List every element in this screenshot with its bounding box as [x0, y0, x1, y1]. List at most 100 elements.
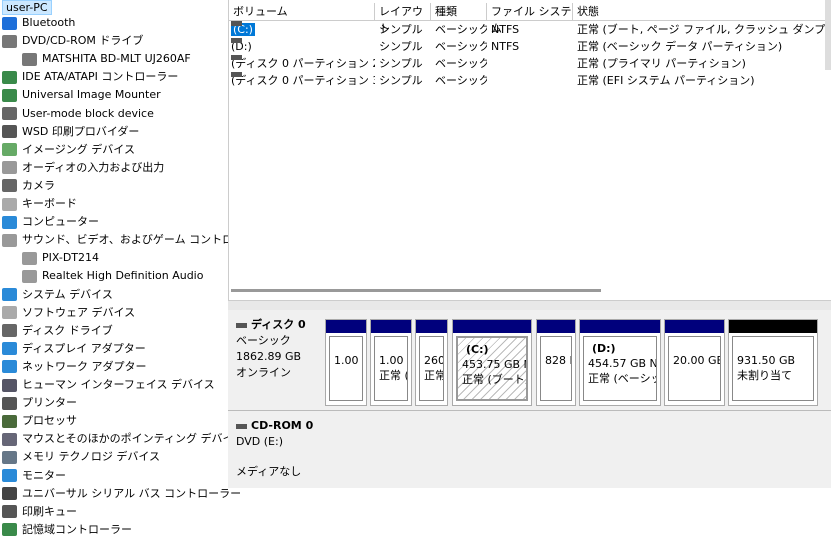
volume-cell-fs: NTFS	[491, 23, 520, 36]
network-adapter-icon	[2, 360, 17, 374]
volume-list[interactable]: ボリューム レイアウト 種類 ファイル システム 状態 (C:) シンプル ベーシッ…	[228, 0, 828, 300]
partition-type-bar	[665, 320, 724, 333]
tree-item[interactable]: 記憶域コントローラー	[2, 521, 132, 539]
mouse-icon	[2, 432, 17, 446]
tree-item[interactable]: モニター	[2, 467, 66, 485]
tree-item[interactable]: Bluetooth	[2, 14, 75, 32]
tree-item-label: マウスとそのほかのポインティング デバイス	[22, 432, 245, 446]
partition-block[interactable]: 1.00 C	[325, 319, 367, 406]
tree-item[interactable]: MATSHITA BD-MLT UJ260AF	[22, 50, 191, 68]
partition-status: 正常 (ブート, ^	[462, 373, 528, 386]
tree-item-label: MATSHITA BD-MLT UJ260AF	[42, 52, 191, 66]
partition-block[interactable]: 20.00 GB	[664, 319, 725, 406]
tree-item[interactable]: キーボード	[2, 195, 77, 213]
disk-type: ベーシック	[236, 334, 291, 347]
column-header-layout[interactable]: レイアウト	[375, 3, 431, 35]
printer-icon	[2, 125, 17, 139]
tree-item[interactable]: メモリ テクノロジ デバイス	[2, 448, 160, 466]
cdrom-0-label[interactable]: CD-ROM 0 DVD (E:) メディアなし	[230, 414, 322, 486]
tree-item-label: ネットワーク アダプター	[22, 359, 147, 373]
tree-item[interactable]: Realtek High Definition Audio	[22, 267, 203, 285]
tree-root-computer[interactable]: user-PC	[2, 0, 52, 15]
tree-item[interactable]: ソフトウェア デバイス	[2, 304, 135, 322]
hid-icon	[2, 378, 17, 392]
tree-item[interactable]: カメラ	[2, 177, 55, 195]
disk-drive-icon	[2, 324, 17, 338]
cdrom-icon	[236, 423, 247, 429]
partition-size: 453.75 GB NT	[462, 358, 526, 371]
tree-item[interactable]: オーディオの入力および出力	[2, 159, 164, 177]
tree-item[interactable]: ネットワーク アダプター	[2, 358, 147, 376]
volume-row[interactable]: (ディスク 0 パーティション 3) シンプル ベーシック 正常 (EFI システム …	[229, 72, 829, 89]
partition-block[interactable]: 931.50 GB 未割り当て	[728, 319, 818, 406]
vertical-scrollbar[interactable]	[825, 0, 831, 70]
column-header-type[interactable]: 種類	[431, 3, 487, 21]
column-header-status[interactable]: 状態	[573, 3, 827, 21]
volume-cell-volume: (ディスク 0 パーティション 2)	[231, 55, 375, 72]
tree-item-label: ヒューマン インターフェイス デバイス	[22, 378, 215, 391]
partition-status: 未割り当て	[737, 369, 792, 382]
tree-item[interactable]: Universal Image Mounter	[2, 86, 161, 104]
tree-item-label: DVD/CD-ROM ドライブ	[22, 34, 144, 48]
tree-item[interactable]: IDE ATA/ATAPI コントローラー	[2, 68, 178, 86]
tree-item[interactable]: ディスプレイ アダプター	[2, 340, 146, 358]
tree-item[interactable]: ユニバーサル シリアル バス コントローラー	[2, 485, 241, 503]
tree-item[interactable]: ディスク ドライブ	[2, 322, 113, 340]
partition-type-bar	[416, 320, 447, 333]
volume-cell-type: ベーシック	[435, 74, 487, 87]
horizontal-scrollbar[interactable]	[231, 289, 601, 292]
partition-type-bar	[580, 320, 660, 333]
tree-item[interactable]: PIX-DT214	[22, 249, 99, 267]
partition-block[interactable]: 1.00 C 正常 (	[370, 319, 412, 406]
volume-cell-layout: シンプル	[379, 57, 423, 70]
partition-status: 正常	[424, 369, 444, 382]
tree-item[interactable]: DVD/CD-ROM ドライブ	[2, 32, 143, 50]
partition-block[interactable]: 260 正常	[415, 319, 448, 406]
device-tree[interactable]: user-PC Bluetooth DVD/CD-ROM ドライブ MATSHITA…	[0, 0, 266, 540]
volume-name: (ディスク 0 パーティション 2)	[231, 57, 375, 70]
processor-icon	[2, 414, 17, 428]
tree-item[interactable]: コンピューター	[2, 213, 99, 231]
tree-item[interactable]: プロセッサ	[2, 412, 77, 430]
partition-block[interactable]: 828 M	[536, 319, 576, 406]
dvd-drive-icon	[2, 34, 17, 48]
column-header-filesystem[interactable]: ファイル システム	[487, 3, 573, 35]
volume-row[interactable]: (D:) シンプル ベーシック NTFS 正常 (ベーシック データ パーティション)	[229, 38, 829, 55]
partition-type-bar	[537, 320, 575, 333]
speaker-icon	[22, 251, 37, 265]
tree-item-label: メモリ テクノロジ デバイス	[22, 450, 161, 464]
printer-icon	[2, 396, 17, 410]
disk-0-label[interactable]: ディスク 0 ベーシック 1862.89 GB オンライン	[230, 313, 322, 411]
partition-block[interactable]: (D:) 454.57 GB NT 正常 (ベーシッ	[579, 319, 661, 406]
tree-item-label: オーディオの入力および出力	[22, 160, 165, 174]
speaker-icon	[22, 269, 37, 283]
tree-item[interactable]: サウンド、ビデオ、およびゲーム コントローラー	[2, 231, 266, 249]
tree-item-label: システム デバイス	[22, 287, 113, 301]
volume-row[interactable]: (ディスク 0 パーティション 2) シンプル ベーシック 正常 (プライマリ パーテ…	[229, 55, 829, 72]
tree-item[interactable]: プリンター	[2, 394, 77, 412]
tree-item-label: ディスプレイ アダプター	[22, 341, 146, 355]
tree-item[interactable]: User-mode block device	[2, 105, 154, 123]
tree-item[interactable]: システム デバイス	[2, 286, 113, 304]
print-queue-icon	[2, 505, 17, 519]
volume-name: (ディスク 0 パーティション 3)	[231, 74, 375, 87]
tree-item[interactable]: WSD 印刷プロバイダー	[2, 123, 139, 141]
partition-status: 正常 (	[379, 369, 408, 382]
tree-item[interactable]: マウスとそのほかのポインティング デバイス	[2, 430, 244, 448]
volume-cell-status: 正常 (ブート, ページ ファイル, クラッシュ ダンプ, ベーシ	[577, 23, 827, 36]
speaker-icon	[2, 233, 17, 247]
column-header-volume[interactable]: ボリューム	[229, 3, 375, 21]
tree-item[interactable]: ヒューマン インターフェイス デバイス	[2, 376, 215, 394]
partition-size: 20.00 GB	[673, 354, 721, 367]
tree-item-label: 記憶域コントローラー	[22, 522, 132, 536]
pane-splitter[interactable]	[228, 300, 831, 310]
tree-item-label: Universal Image Mounter	[22, 88, 161, 102]
tree-item[interactable]: 印刷キュー	[2, 503, 77, 521]
tree-item-label: PIX-DT214	[42, 251, 100, 265]
tree-item-label: Bluetooth	[22, 16, 76, 29]
volume-row[interactable]: (C:) シンプル ベーシック NTFS 正常 (ブート, ページ ファイル, クラッシ…	[229, 21, 829, 38]
partition-size: 931.50 GB	[737, 354, 796, 367]
partition-block[interactable]: (C:) 453.75 GB NT 正常 (ブート, ^	[452, 319, 532, 406]
tree-item[interactable]: イメージング デバイス	[2, 141, 135, 159]
storage-controller-icon	[2, 523, 17, 537]
